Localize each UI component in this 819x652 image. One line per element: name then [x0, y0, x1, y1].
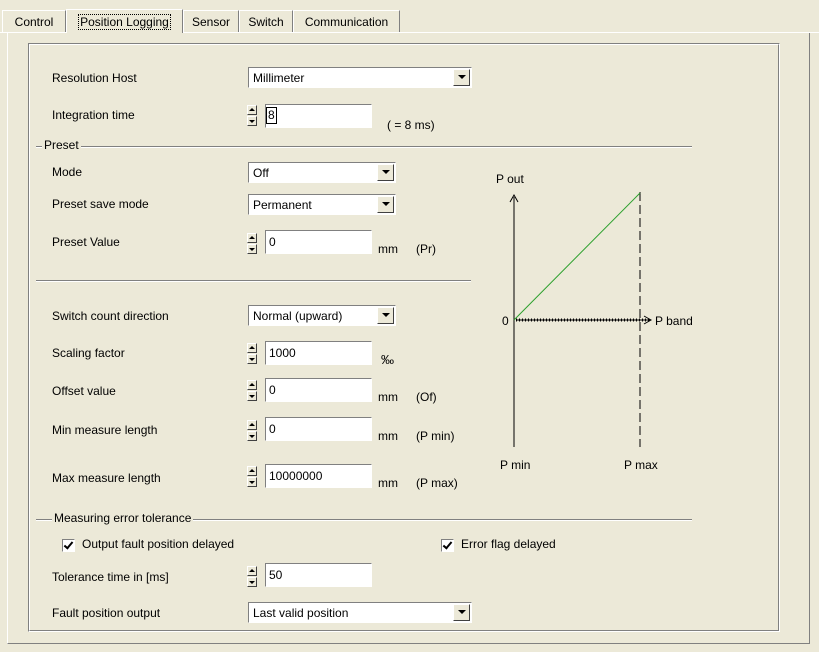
spin-down-icon[interactable] [247, 116, 257, 126]
switch-count-direction-label: Switch count direction [52, 309, 169, 323]
tolerance-time-input[interactable]: 50 [265, 563, 372, 587]
tab-communication[interactable]: Communication [293, 10, 400, 32]
integration-time-suffix: ( = 8 ms) [387, 118, 435, 132]
scaling-factor-value: 1000 [269, 346, 296, 360]
min-measure-length-value: 0 [269, 422, 276, 436]
scaling-separator [36, 280, 471, 282]
preset-value-spinner[interactable] [247, 233, 257, 255]
tab-control[interactable]: Control [2, 10, 66, 32]
preset-save-mode-label: Preset save mode [52, 197, 149, 211]
mode-label: Mode [52, 165, 83, 179]
zero-label: 0 [502, 314, 509, 328]
switch-count-direction-select[interactable]: Normal (upward) [248, 305, 396, 326]
p-band-label: P band [655, 314, 693, 328]
spin-up-icon[interactable] [247, 233, 257, 243]
max-measure-length-spinner[interactable] [247, 466, 257, 488]
offset-value-value: 0 [269, 383, 276, 397]
spin-up-icon[interactable] [247, 466, 257, 476]
fault-position-output-label: Fault position output [52, 606, 161, 620]
tolerance-time-value: 50 [269, 568, 283, 582]
offset-value-label: Offset value [52, 384, 116, 398]
tab-strip: Control Position Logging Sensor Switch C… [0, 0, 819, 33]
error-flag-delayed-checkbox[interactable] [441, 539, 454, 552]
spin-down-icon[interactable] [247, 477, 257, 487]
spin-up-icon[interactable] [247, 420, 257, 430]
tolerance-time-label: Tolerance time in [ms] [52, 570, 169, 584]
preset-save-mode-value: Permanent [253, 198, 312, 212]
integration-time-label: Integration time [52, 108, 135, 122]
fault-position-output-value: Last valid position [253, 606, 349, 620]
scaling-factor-input[interactable]: 1000 [265, 341, 372, 365]
spin-up-icon[interactable] [247, 343, 257, 353]
p-out-label: P out [496, 172, 524, 186]
max-measure-length-unit: mm [378, 476, 398, 490]
scaling-factor-spinner[interactable] [247, 343, 257, 365]
preset-section-title: Preset [42, 138, 81, 152]
chevron-down-icon[interactable] [453, 604, 470, 621]
preset-save-mode-select[interactable]: Permanent [248, 194, 396, 215]
output-fault-delayed-label[interactable]: Output fault position delayed [82, 537, 234, 551]
tab-position-logging[interactable]: Position Logging [66, 9, 183, 33]
mode-value: Off [253, 166, 269, 180]
tab-switch[interactable]: Switch [239, 10, 293, 32]
chevron-down-icon[interactable] [377, 164, 394, 181]
integration-time-value: 8 [266, 107, 277, 124]
fault-position-output-select[interactable]: Last valid position [248, 602, 472, 623]
preset-value-input[interactable]: 0 [265, 230, 372, 254]
integration-time-spinner[interactable] [247, 105, 257, 127]
preset-value-tag: (Pr) [416, 242, 436, 256]
chevron-down-icon[interactable] [453, 69, 470, 86]
preset-value-label: Preset Value [52, 235, 120, 249]
spin-down-icon[interactable] [247, 244, 257, 254]
spin-up-icon[interactable] [247, 105, 257, 115]
min-measure-length-unit: mm [378, 429, 398, 443]
error-flag-delayed-label[interactable]: Error flag delayed [461, 537, 556, 551]
offset-value-input[interactable]: 0 [265, 378, 372, 402]
min-measure-length-tag: (P min) [416, 429, 455, 443]
output-fault-delayed-checkbox[interactable] [62, 539, 75, 552]
scaling-diagram: P out 0 P band P min P max [496, 172, 693, 472]
spin-down-icon[interactable] [247, 431, 257, 441]
p-min-label: P min [500, 458, 530, 472]
max-measure-length-input[interactable]: 10000000 [265, 464, 372, 488]
scaling-factor-label: Scaling factor [52, 346, 125, 360]
preset-separator [36, 146, 692, 148]
min-measure-length-label: Min measure length [52, 423, 158, 437]
max-measure-length-tag: (P max) [416, 476, 458, 490]
spin-up-icon[interactable] [247, 566, 257, 576]
max-measure-length-label: Max measure length [52, 471, 161, 485]
min-measure-length-spinner[interactable] [247, 420, 257, 442]
spin-down-icon[interactable] [247, 354, 257, 364]
resolution-host-select[interactable]: Millimeter [248, 67, 472, 88]
p-max-label: P max [624, 458, 658, 472]
output-line [513, 192, 641, 321]
mode-select[interactable]: Off [248, 162, 396, 183]
spin-down-icon[interactable] [247, 577, 257, 587]
scaling-factor-unit: ‰ [381, 352, 394, 367]
min-measure-length-input[interactable]: 0 [265, 417, 372, 441]
resolution-host-value: Millimeter [253, 71, 305, 85]
spin-up-icon[interactable] [247, 380, 257, 390]
tab-sensor[interactable]: Sensor [183, 10, 239, 32]
offset-value-unit: mm [378, 390, 398, 404]
switch-count-direction-value: Normal (upward) [253, 309, 343, 323]
spin-down-icon[interactable] [247, 391, 257, 401]
offset-value-spinner[interactable] [247, 380, 257, 402]
resolution-host-label: Resolution Host [52, 71, 137, 85]
chevron-down-icon[interactable] [377, 196, 394, 213]
error-tolerance-section-title: Measuring error tolerance [52, 511, 194, 525]
preset-value-unit: mm [378, 242, 398, 256]
chevron-down-icon[interactable] [377, 307, 394, 324]
tolerance-time-spinner[interactable] [247, 566, 257, 588]
max-measure-length-value: 10000000 [269, 469, 323, 483]
preset-value-value: 0 [269, 235, 276, 249]
integration-time-input[interactable]: 8 [265, 104, 372, 128]
offset-value-tag: (Of) [416, 390, 437, 404]
